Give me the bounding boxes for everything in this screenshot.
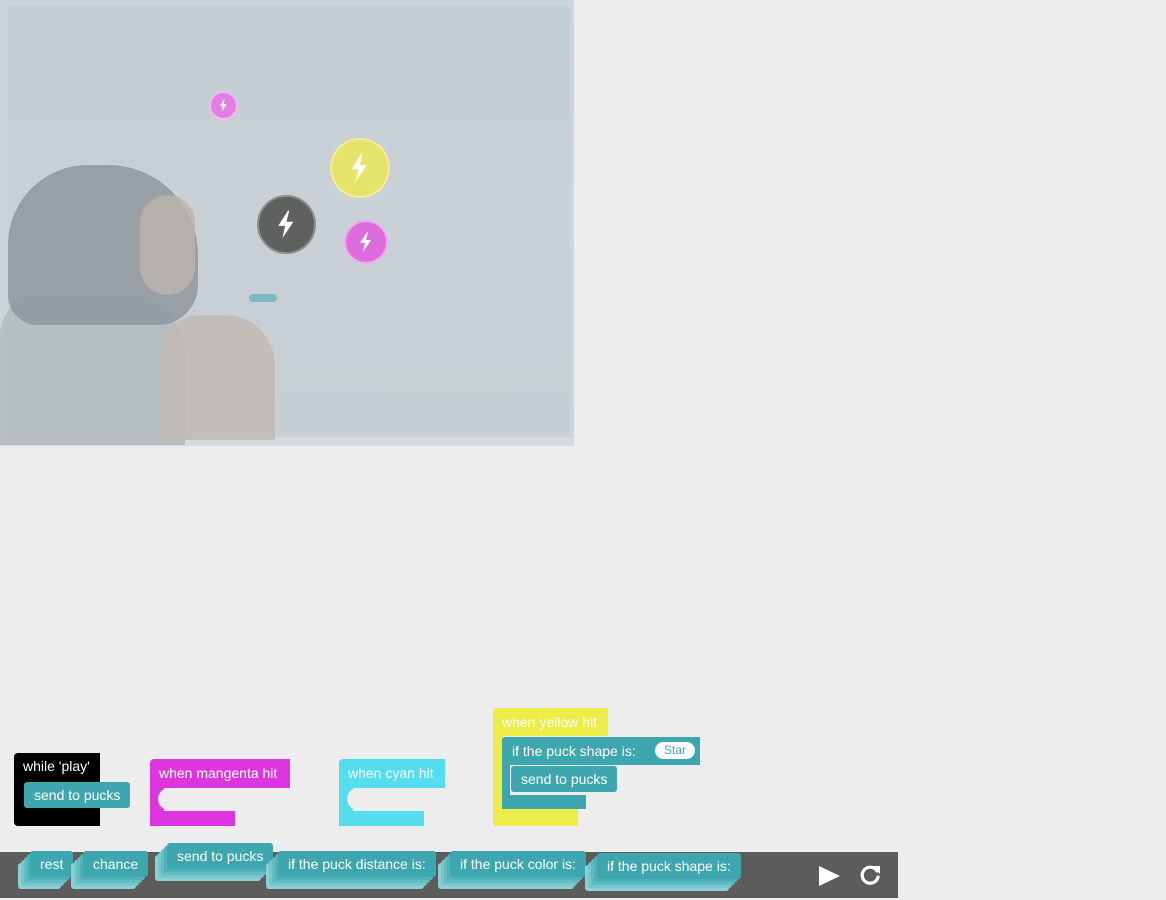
person-arm [160, 315, 275, 440]
toolbox-rest-block[interactable]: rest [30, 851, 74, 877]
when-magenta-hit-block[interactable]: when mangenta hit [150, 759, 290, 826]
toolbox-puck-color-block[interactable]: if the puck color is: [450, 851, 586, 877]
marker [249, 294, 277, 302]
lightning-icon [351, 154, 367, 182]
refresh-icon[interactable] [858, 863, 882, 887]
puck-gray[interactable] [257, 195, 316, 254]
when-yellow-hit-label: when yellow hit [502, 714, 597, 730]
send-to-pucks-block[interactable]: send to pucks [511, 766, 618, 792]
play-icon[interactable] [816, 864, 842, 888]
toolbox-puck-distance-block[interactable]: if the puck distance is: [278, 851, 436, 877]
puck-magenta-small[interactable] [209, 91, 238, 120]
puck-yellow[interactable] [330, 138, 390, 198]
toolbox-send-to-pucks-block[interactable]: send to pucks [167, 843, 274, 869]
lightning-icon [219, 99, 227, 112]
shape-value-dropdown[interactable]: Star [655, 742, 696, 759]
person-face [140, 195, 195, 295]
toolbox-chance-block[interactable]: chance [83, 851, 149, 877]
lightning-icon [278, 210, 294, 239]
puck-magenta[interactable] [344, 220, 388, 264]
if-puck-shape-label: if the puck shape is: [512, 743, 636, 759]
toolbox-puck-shape-block[interactable]: if the puck shape is: [597, 853, 741, 879]
send-to-pucks-block[interactable]: send to pucks [24, 782, 131, 808]
camera-view [0, 0, 574, 446]
empty-slot[interactable] [347, 788, 382, 810]
while-play-label: while 'play' [23, 758, 90, 774]
when-cyan-hit-block[interactable]: when cyan hit [339, 759, 445, 826]
when-magenta-hit-label: when mangenta hit [159, 765, 278, 781]
lightning-icon [360, 232, 371, 252]
when-cyan-hit-label: when cyan hit [348, 765, 434, 781]
empty-slot[interactable] [158, 788, 193, 810]
